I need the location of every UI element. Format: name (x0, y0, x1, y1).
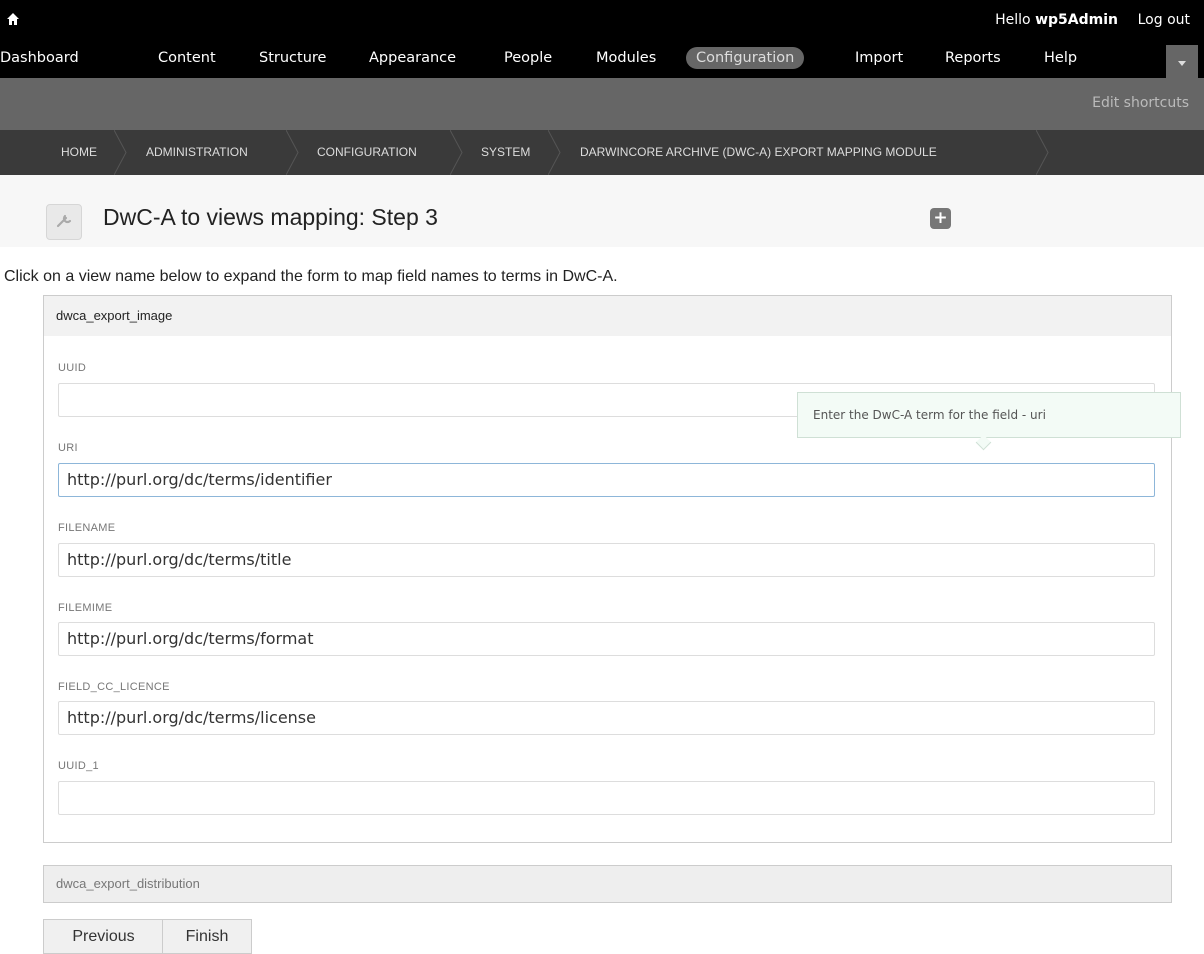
chevron-down-icon (1178, 61, 1186, 66)
nav-modules[interactable]: Modules (596, 45, 656, 71)
tooltip-text: Enter the DwC-A term for the field - uri (813, 408, 1046, 422)
breadcrumb-separator-icon (450, 130, 463, 175)
greeting: Hello wp5Admin (995, 12, 1118, 28)
breadcrumb-separator-icon (548, 130, 561, 175)
shortcuts-toggle-button[interactable] (1166, 45, 1198, 78)
breadcrumb-configuration[interactable]: CONFIGURATION (317, 130, 417, 175)
collapsed-legend: dwca_export_distribution (56, 876, 200, 891)
nav-import[interactable]: Import (855, 45, 903, 71)
nav-reports[interactable]: Reports (945, 45, 1001, 71)
breadcrumb-separator-icon (1036, 130, 1049, 175)
field-label-uuid-1: UUID_1 (58, 760, 99, 772)
nav-content[interactable]: Content (158, 45, 216, 71)
field-label-filemime: FILEMIME (58, 602, 113, 614)
admin-toolbar: Hello wp5Admin Log out Dashboard Content… (0, 0, 1204, 130)
intro-text: Click on a view name below to expand the… (4, 268, 618, 285)
fieldset-legend-label: dwca_export_image (56, 308, 173, 323)
field-label-cc-licence: FIELD_CC_LICENCE (58, 681, 170, 693)
username-link[interactable]: wp5Admin (1035, 12, 1118, 28)
breadcrumb-separator-icon (114, 130, 127, 175)
nav-appearance[interactable]: Appearance (369, 45, 456, 71)
field-label-filename: FILENAME (58, 522, 116, 534)
nav-structure[interactable]: Structure (259, 45, 326, 71)
logout-link[interactable]: Log out (1138, 12, 1190, 28)
page-title: DwC-A to views mapping: Step 3 (103, 204, 438, 230)
field-label-uri: URI (58, 442, 78, 454)
nav-dashboard[interactable]: Dashboard (0, 45, 79, 71)
nav-help[interactable]: Help (1044, 45, 1077, 71)
nav-people[interactable]: People (504, 45, 552, 71)
finish-button[interactable]: Finish (162, 919, 252, 954)
home-icon[interactable] (6, 12, 20, 26)
breadcrumb: HOME ADMINISTRATION CONFIGURATION SYSTEM… (0, 130, 1204, 175)
breadcrumb-separator-icon (286, 130, 299, 175)
previous-button[interactable]: Previous (43, 919, 164, 954)
wrench-icon (56, 214, 72, 228)
breadcrumb-dwca-module[interactable]: DARWINCORE ARCHIVE (DWC-A) EXPORT MAPPIN… (580, 130, 937, 175)
edit-shortcuts-link[interactable]: Edit shortcuts (1092, 95, 1189, 111)
fieldset-dwca-export-distribution[interactable]: dwca_export_distribution (43, 865, 1172, 903)
breadcrumb-home[interactable]: HOME (61, 130, 97, 175)
filename-input[interactable]: http://purl.org/dc/terms/title (58, 543, 1155, 577)
filemime-input[interactable]: http://purl.org/dc/terms/format (58, 622, 1155, 656)
uuid-1-input[interactable] (58, 781, 1155, 815)
breadcrumb-system[interactable]: SYSTEM (481, 130, 530, 175)
uri-input[interactable]: http://purl.org/dc/terms/identifier (58, 463, 1155, 497)
shortcuts-bar (0, 78, 1204, 130)
fieldset-legend[interactable]: dwca_export_image (44, 296, 1171, 336)
breadcrumb-administration[interactable]: ADMINISTRATION (146, 130, 248, 175)
cc-licence-input[interactable]: http://purl.org/dc/terms/license (58, 701, 1155, 735)
field-tooltip: Enter the DwC-A term for the field - uri (797, 392, 1181, 451)
add-shortcut-icon[interactable]: + (930, 208, 951, 229)
nav-configuration[interactable]: Configuration (686, 47, 805, 69)
title-box (46, 204, 82, 240)
field-label-uuid: UUID (58, 362, 87, 374)
